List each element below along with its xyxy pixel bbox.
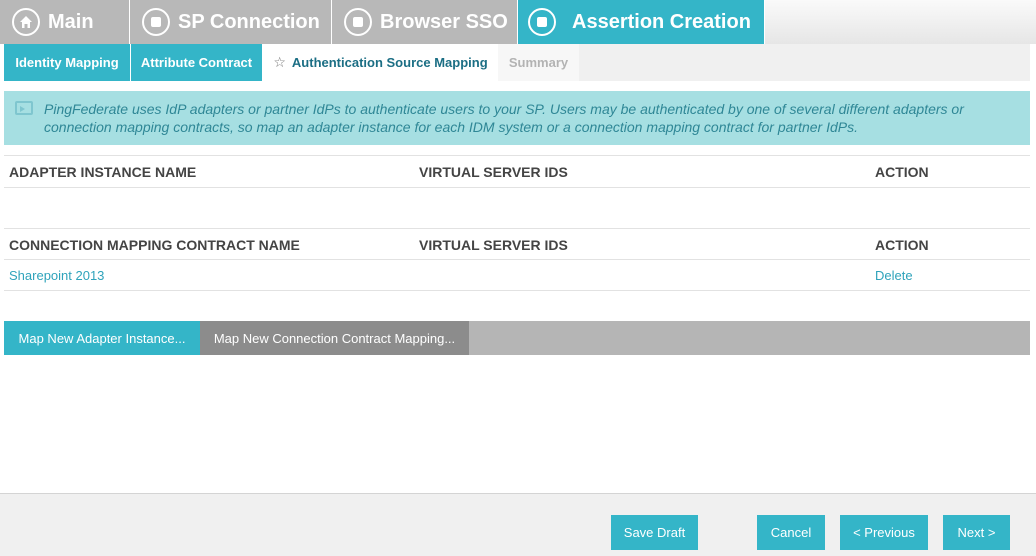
home-icon <box>12 8 40 36</box>
info-text: PingFederate uses IdP adapters or partne… <box>44 101 964 135</box>
connection-virtual-server-header: VIRTUAL SERVER IDS <box>419 237 568 253</box>
divider <box>4 187 1030 188</box>
delete-link[interactable]: Delete <box>875 268 913 283</box>
tab-browser-sso-label: Browser SSO <box>380 10 508 33</box>
subtab-authentication-source-mapping[interactable]: ☆ Authentication Source Mapping <box>263 44 498 81</box>
next-button[interactable]: Next > <box>943 515 1010 550</box>
tab-sp-connection-label: SP Connection <box>178 10 320 33</box>
connection-action-header: ACTION <box>875 237 929 253</box>
cancel-button[interactable]: Cancel <box>757 515 825 550</box>
tab-sp-connection[interactable]: SP Connection <box>130 0 332 44</box>
footer: Save Draft Cancel < Previous Next > <box>0 493 1036 556</box>
subtab-authentication-source-mapping-label: Authentication Source Mapping <box>291 55 488 70</box>
adapter-virtual-server-header: VIRTUAL SERVER IDS <box>419 164 568 180</box>
step-icon <box>528 8 556 36</box>
tab-assertion-creation-label: Assertion Creation <box>572 10 751 33</box>
subtab-summary[interactable]: Summary <box>498 44 579 81</box>
adapter-name-header: ADAPTER INSTANCE NAME <box>9 164 197 180</box>
tab-assertion-creation[interactable]: Assertion Creation <box>518 0 765 44</box>
action-bar: Map New Adapter Instance... Map New Conn… <box>4 321 1030 355</box>
save-draft-button[interactable]: Save Draft <box>611 515 698 550</box>
step-icon <box>344 8 372 36</box>
connection-name-link[interactable]: Sharepoint 2013 <box>9 268 104 283</box>
info-icon <box>15 101 33 115</box>
map-new-connection-mapping-button[interactable]: Map New Connection Contract Mapping... <box>200 321 469 355</box>
previous-button[interactable]: < Previous <box>840 515 928 550</box>
divider <box>4 259 1030 260</box>
adapter-action-header: ACTION <box>875 164 929 180</box>
divider <box>4 155 1030 156</box>
divider <box>4 290 1030 291</box>
main-tabs: Main SP Connection Browser SSO Assertion… <box>0 0 1036 44</box>
tab-browser-sso[interactable]: Browser SSO <box>332 0 518 44</box>
divider <box>4 228 1030 229</box>
subtab-attribute-contract-label: Attribute Contract <box>140 55 253 70</box>
subtab-summary-label: Summary <box>508 55 569 70</box>
map-new-adapter-button[interactable]: Map New Adapter Instance... <box>4 321 200 355</box>
tab-main-label: Main <box>48 10 94 33</box>
subtab-identity-mapping[interactable]: Identity Mapping <box>4 44 131 81</box>
connection-name-header: CONNECTION MAPPING CONTRACT NAME <box>9 237 300 253</box>
info-banner: PingFederate uses IdP adapters or partne… <box>4 91 1030 145</box>
step-icon <box>142 8 170 36</box>
subtab-identity-mapping-label: Identity Mapping <box>15 55 119 70</box>
tab-main[interactable]: Main <box>0 0 130 44</box>
sub-tabs: Identity Mapping Attribute Contract ☆ Au… <box>4 44 1030 81</box>
star-icon: ☆ <box>273 54 286 70</box>
page: Main SP Connection Browser SSO Assertion… <box>0 0 1036 556</box>
subtab-attribute-contract[interactable]: Attribute Contract <box>131 44 263 81</box>
